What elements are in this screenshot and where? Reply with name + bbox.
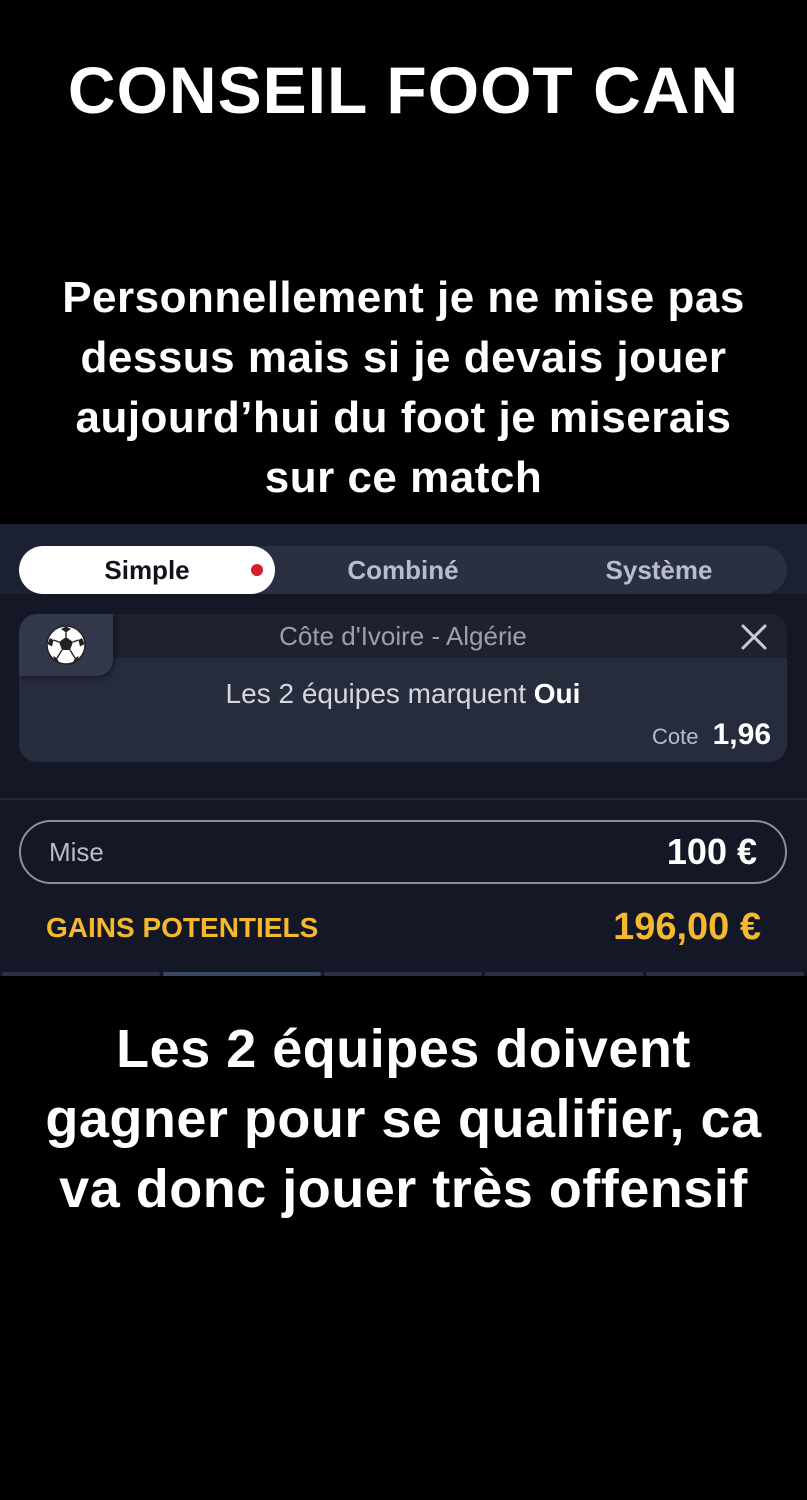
tab-systeme-label: Système bbox=[605, 555, 713, 585]
overlay-caption-bottom: Les 2 équipes doivent gagner pour se qua… bbox=[45, 1019, 762, 1219]
pick-label: Oui bbox=[533, 678, 581, 709]
stake-input[interactable]: Mise 100 € bbox=[19, 820, 787, 884]
tab-simple-label: Simple bbox=[104, 555, 190, 585]
stake-value: 100 € bbox=[666, 831, 757, 872]
bet-type-tabbar: Simple Combiné Système bbox=[0, 524, 807, 594]
soccer-ball-icon bbox=[46, 625, 86, 665]
tab-combine[interactable]: Combiné bbox=[275, 546, 531, 594]
page-indicator-segment bbox=[2, 972, 160, 976]
overlay-title: CONSEIL FOOT CAN bbox=[67, 53, 740, 127]
active-indicator-dot bbox=[251, 564, 263, 576]
betslip-panel: Simple Combiné Système Côte d'Ivoire - A… bbox=[0, 524, 807, 976]
sport-badge bbox=[19, 614, 113, 676]
stake-label: Mise bbox=[49, 837, 104, 867]
odds-label: Cote bbox=[652, 724, 699, 749]
tab-simple[interactable]: Simple bbox=[19, 546, 275, 594]
remove-selection-button[interactable] bbox=[739, 622, 769, 652]
page-indicator-segment bbox=[646, 972, 804, 976]
potential-gains-value: 196,00 € bbox=[613, 906, 761, 948]
odds-value: 1,96 bbox=[712, 718, 771, 751]
page-indicator bbox=[0, 970, 807, 976]
overlay-caption-top: Personnellement je ne mise pas dessus ma… bbox=[62, 273, 745, 502]
close-icon bbox=[741, 624, 767, 650]
page-indicator-segment bbox=[324, 972, 482, 976]
tab-combine-label: Combiné bbox=[347, 555, 459, 585]
tab-systeme[interactable]: Système bbox=[531, 546, 787, 594]
page-indicator-segment-active bbox=[163, 972, 321, 976]
page-indicator-segment bbox=[485, 972, 643, 976]
market-label: Les 2 équipes marquent bbox=[225, 678, 534, 709]
selection-text: Les 2 équipes marquent Oui bbox=[19, 678, 787, 710]
bet-type-tabs: Simple Combiné Système bbox=[19, 546, 787, 594]
bet-card-header: Côte d'Ivoire - Algérie bbox=[19, 614, 787, 658]
section-divider bbox=[0, 798, 807, 800]
odds: Cote 1,96 bbox=[652, 718, 771, 752]
potential-gains-label: GAINS POTENTIELS bbox=[46, 912, 319, 943]
match-name: Côte d'Ivoire - Algérie bbox=[279, 621, 527, 651]
bet-selection-card: Côte d'Ivoire - Algérie Les 2 équipes ma… bbox=[19, 614, 787, 762]
